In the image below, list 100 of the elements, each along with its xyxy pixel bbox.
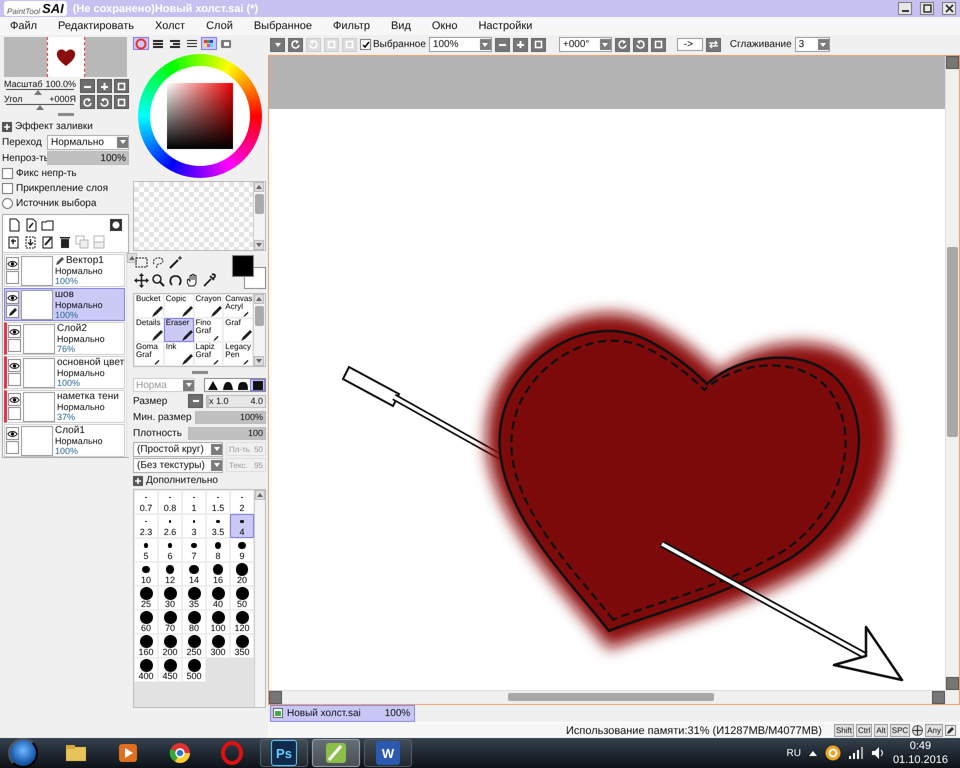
- minimize-button[interactable]: [898, 2, 912, 15]
- brush-size-preset[interactable]: 400: [134, 658, 158, 682]
- radio-button[interactable]: [2, 198, 13, 209]
- brush-tool[interactable]: Goma Graf: [134, 342, 164, 366]
- scrollbar-thumb[interactable]: [947, 246, 958, 437]
- brush-size-preset[interactable]: 500: [182, 658, 206, 682]
- menu-item[interactable]: Окно: [432, 20, 468, 32]
- zoom-tool[interactable]: [150, 273, 166, 288]
- panel-grip[interactable]: [58, 113, 74, 116]
- zoom-dropdown[interactable]: 100%: [428, 37, 492, 52]
- edit-toggle[interactable]: [6, 441, 19, 454]
- visibility-toggle[interactable]: [6, 427, 19, 440]
- start-button[interactable]: [8, 738, 38, 768]
- menu-item[interactable]: Вид: [390, 20, 421, 32]
- slider-thumb[interactable]: [36, 105, 44, 110]
- visibility-toggle[interactable]: [8, 393, 21, 406]
- brush-size-preset[interactable]: 250: [182, 634, 206, 658]
- dropdown[interactable]: (Простой круг): [133, 442, 223, 456]
- brush-size-preset[interactable]: 40: [206, 586, 230, 610]
- brush-size-preset[interactable]: 160: [134, 634, 158, 658]
- signal-icon[interactable]: [848, 747, 863, 759]
- brush-tool[interactable]: Graf: [223, 318, 253, 342]
- brush-size-preset[interactable]: 100: [206, 610, 230, 634]
- menu-item[interactable]: Холст: [155, 20, 196, 32]
- edit-toggle[interactable]: [6, 271, 19, 284]
- color-square[interactable]: [166, 83, 232, 149]
- density-slider[interactable]: 100: [188, 426, 266, 440]
- taskbar-app-button[interactable]: [312, 739, 360, 767]
- rgb-sliders-tab[interactable]: [150, 37, 166, 50]
- taskbar-app-button[interactable]: W: [364, 739, 412, 767]
- reset-rotation-button[interactable]: [650, 38, 666, 52]
- zoom-in-button[interactable]: [97, 79, 112, 93]
- min-size-slider[interactable]: 100%: [194, 410, 266, 424]
- checkbox[interactable]: [2, 168, 13, 179]
- scrollbar-thumb[interactable]: [255, 194, 264, 214]
- brush-size-preset[interactable]: 120: [230, 610, 254, 634]
- brush-shape-button[interactable]: [235, 379, 250, 391]
- size-slider[interactable]: x 1.0 4.0: [206, 394, 266, 408]
- brush-tool[interactable]: Lapiz Graf: [194, 342, 224, 366]
- brush-size-preset[interactable]: 1.5: [206, 490, 230, 514]
- clock-time[interactable]: 0:49: [910, 739, 932, 753]
- scroll-down-button[interactable]: [254, 240, 264, 250]
- scrollbar-thumb[interactable]: [508, 692, 714, 701]
- color-wheel-tab[interactable]: [133, 37, 149, 50]
- edit-toggle[interactable]: [6, 305, 19, 318]
- brush-size-preset[interactable]: 3: [182, 514, 206, 538]
- color-swatches[interactable]: [232, 255, 266, 289]
- taskbar-app-button[interactable]: Ps: [260, 739, 308, 767]
- zoom-out-button[interactable]: [80, 79, 95, 93]
- speaker-icon[interactable]: [870, 746, 885, 760]
- menu-item[interactable]: Настройки: [478, 20, 542, 32]
- brush-size-preset[interactable]: 35: [182, 586, 206, 610]
- brush-size-preset[interactable]: 8: [206, 538, 230, 562]
- brush-size-preset[interactable]: 70: [158, 610, 182, 634]
- brush-size-preset[interactable]: 9: [230, 538, 254, 562]
- expand-icon[interactable]: [133, 476, 143, 486]
- brush-size-preset[interactable]: 16: [206, 562, 230, 586]
- rotate-right-button[interactable]: [632, 38, 648, 52]
- new-layer-button[interactable]: [7, 218, 21, 232]
- brush-size-preset[interactable]: 7: [182, 538, 206, 562]
- rotate-left-button[interactable]: [614, 38, 630, 52]
- maximize-button[interactable]: [920, 2, 934, 15]
- scroll-up-button[interactable]: [127, 253, 138, 263]
- brush-size-preset[interactable]: 2.6: [158, 514, 182, 538]
- brush-size-preset[interactable]: 25: [134, 586, 158, 610]
- lasso-tool[interactable]: [150, 255, 166, 270]
- mixer-tab[interactable]: [184, 37, 200, 50]
- visibility-toggle[interactable]: [8, 325, 21, 338]
- expand-icon[interactable]: [2, 122, 12, 132]
- copy-layer-button[interactable]: [7, 235, 21, 249]
- merge-down-button[interactable]: [24, 235, 38, 249]
- brush-tool[interactable]: Crayon: [194, 294, 224, 318]
- visibility-toggle[interactable]: [6, 257, 19, 270]
- flip-button[interactable]: ->: [676, 38, 703, 52]
- scroll-right-button[interactable]: [932, 690, 945, 704]
- rectangle-select-tool[interactable]: [133, 255, 149, 270]
- smoothing-dropdown[interactable]: 3: [794, 37, 830, 52]
- rotate-tool[interactable]: [167, 273, 183, 288]
- reset-zoom-button[interactable]: [530, 38, 546, 52]
- brush-size-preset[interactable]: 450: [158, 658, 182, 682]
- size-mode-button[interactable]: [188, 394, 203, 408]
- brush-tool[interactable]: Legacy Pen: [223, 342, 253, 366]
- brush-size-preset[interactable]: 30: [158, 586, 182, 610]
- hsv-sliders-tab[interactable]: [167, 37, 183, 50]
- layer-item[interactable]: Слой1 Нормально 100%: [4, 424, 126, 457]
- close-button[interactable]: [942, 2, 956, 15]
- language-indicator[interactable]: RU: [786, 748, 801, 758]
- checkbox[interactable]: [360, 39, 371, 50]
- move-tool[interactable]: [133, 273, 149, 288]
- brush-size-preset[interactable]: 2.3: [134, 514, 158, 538]
- clear-layer-button[interactable]: [41, 235, 55, 249]
- slider-thumb[interactable]: [34, 90, 42, 95]
- checkbox[interactable]: [2, 183, 13, 194]
- visibility-toggle[interactable]: [6, 291, 19, 304]
- layer-item[interactable]: наметка тени Нормально 37%: [4, 390, 126, 423]
- panel-grip[interactable]: [192, 371, 208, 374]
- mask-button[interactable]: [109, 218, 123, 232]
- document-tab[interactable]: Новый холст.sai 100%: [270, 704, 416, 722]
- brush-size-preset[interactable]: 3.5: [206, 514, 230, 538]
- folder-button[interactable]: [41, 218, 55, 232]
